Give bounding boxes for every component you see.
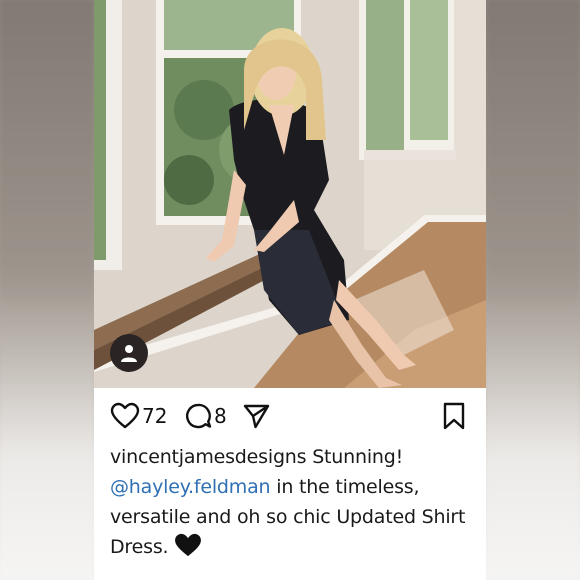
save-button[interactable]	[442, 398, 466, 434]
caption-mention-link[interactable]: @hayley.feldman	[110, 476, 271, 498]
post-photo[interactable]	[94, 0, 486, 388]
caption-username[interactable]: vincentjamesdesigns	[110, 446, 307, 468]
background-blur-left	[0, 0, 94, 580]
heart-icon	[110, 402, 140, 429]
comment-icon	[186, 403, 212, 429]
like-count: 72	[142, 404, 168, 428]
black-heart-emoji-icon	[174, 533, 202, 566]
share-button[interactable]	[242, 398, 270, 434]
comment-button[interactable]: 8	[184, 398, 227, 434]
bookmark-icon	[443, 402, 465, 430]
background-blur-right	[486, 0, 580, 580]
post-caption: vincentjamesdesigns Stunning! @hayley.fe…	[110, 442, 475, 566]
caption-text-1: Stunning!	[312, 446, 404, 468]
like-button[interactable]: 72	[110, 398, 167, 434]
post-action-bar: 72 8	[94, 398, 486, 434]
send-icon	[243, 404, 270, 429]
instagram-post-card: 72 8 vincentjamesdesigns Stunning! @hayl…	[94, 0, 486, 580]
user-tag-badge[interactable]	[110, 334, 148, 372]
comment-count: 8	[214, 404, 227, 428]
user-icon	[121, 345, 137, 362]
